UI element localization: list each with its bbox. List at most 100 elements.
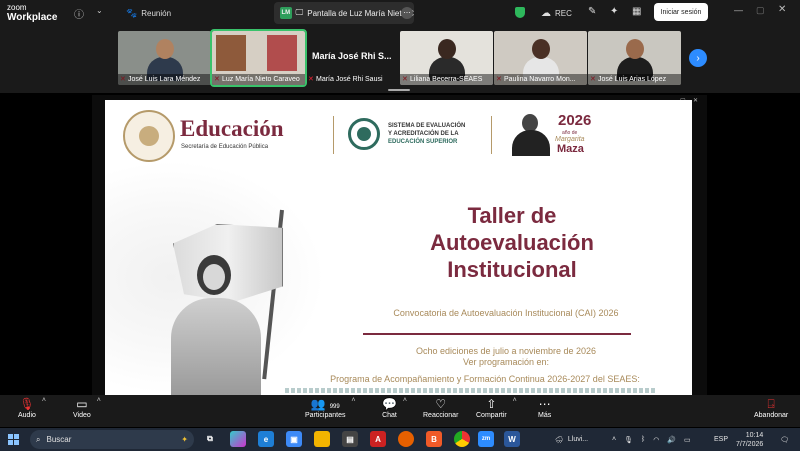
slide-subtitle: Convocatoria de Autoevaluación Instituci… (393, 308, 619, 318)
word-icon[interactable]: W (504, 431, 520, 447)
screen-share-pill[interactable]: LM 🖵 Pantalla de Luz María Nieto C (274, 2, 414, 24)
slide-close-icon[interactable]: ✕ (693, 97, 698, 104)
edge-icon[interactable]: e (258, 431, 274, 447)
close-icon[interactable]: ✕ (778, 4, 786, 15)
recording-status[interactable]: ☁ REC (541, 8, 572, 19)
resize-handle[interactable] (388, 89, 410, 91)
participants-label: Participantes (305, 412, 346, 419)
participant-tile-5[interactable]: ✕ Paulina Navarro Mon... (494, 31, 587, 85)
more-icon: ⋯ (538, 397, 551, 411)
info-icon[interactable]: ⓘ (74, 6, 84, 21)
more-button[interactable]: ⋯ Más (538, 397, 551, 419)
bookshelf-background (267, 35, 297, 71)
participant-display-name: María José Rhi S... (312, 51, 392, 61)
year-2026: 2026 (558, 112, 592, 129)
clock[interactable]: 10:14 7/7/2026 (736, 428, 763, 451)
weather-widget[interactable]: 🌧 Lluvi... (555, 428, 588, 451)
participant-tile-1[interactable]: ✕ José Luis Lara Méndez (118, 31, 211, 85)
participant-tile-3[interactable]: María José Rhi S... ✕ María José Rhi Sau… (306, 31, 399, 85)
slide-title: Taller de Autoevaluación Institucional (367, 202, 657, 283)
paw-icon: 🐾 (126, 8, 138, 18)
weather-text: Lluvi... (567, 436, 589, 443)
more-label: Más (538, 412, 552, 419)
participants-button[interactable]: 👥 999 Participantes ˄ (305, 397, 355, 419)
task-view-icon[interactable]: ⧉ (202, 431, 218, 447)
chat-button[interactable]: 💬 Chat ˄ (382, 397, 407, 419)
leave-button[interactable]: ⍈ Abandonar (754, 397, 788, 419)
clock-time: 10:14 (745, 431, 764, 439)
logo-divider (491, 116, 492, 154)
margarita-text: Margarita (555, 136, 585, 143)
chrome-icon[interactable] (454, 431, 470, 447)
folder-icon[interactable] (314, 431, 330, 447)
meeting-menu[interactable]: 🐾 Reunión (126, 8, 171, 19)
chevron-up-icon[interactable]: ˄ (513, 397, 517, 404)
pdf-icon[interactable]: A (370, 431, 386, 447)
mic-icon[interactable]: 🎙 (624, 436, 633, 444)
app-icon[interactable]: ▤ (342, 431, 358, 447)
volume-icon[interactable]: 🔊 (667, 436, 676, 444)
annotate-icon[interactable]: ✎ (588, 6, 596, 17)
react-button[interactable]: ♡ Reaccionar (423, 397, 458, 419)
sep-subtitle: Secretaría de Educación Pública (181, 144, 269, 150)
firefox-icon[interactable] (398, 431, 414, 447)
chevron-down-icon[interactable]: ⌄ (96, 6, 103, 15)
zoom-taskbar-icon[interactable]: zm (478, 431, 494, 447)
program-link[interactable] (285, 388, 655, 393)
audio-button[interactable]: 🎙 Audio ˄ (18, 397, 46, 419)
title-line-2: Autoevaluación (430, 230, 594, 255)
windows-start-icon[interactable] (8, 434, 19, 445)
notification-icon[interactable]: 🗨 (780, 428, 789, 451)
battery-icon[interactable]: ▭ (684, 436, 691, 444)
video-button[interactable]: ▭ Video ˄ (73, 397, 101, 419)
chevron-up-icon[interactable]: ˄ (97, 397, 101, 404)
copilot-icon[interactable] (230, 431, 246, 447)
educacion-logo: Educación (180, 116, 284, 141)
store-icon[interactable]: ▣ (286, 431, 302, 447)
wifi-icon[interactable]: ◠ (653, 436, 659, 444)
participant-name: María José Rhi Sausi (316, 76, 383, 83)
language-indicator[interactable]: ESP (714, 428, 728, 451)
presentation-slide: Educación Secretaría de Educación Públic… (105, 100, 692, 395)
sparkle-icon[interactable]: ✦ (610, 6, 618, 17)
brave-icon[interactable]: B (426, 431, 442, 447)
editions-text: Ocho ediciones de julio a noviembre de 2… (415, 346, 597, 367)
maximize-icon[interactable]: ▢ (756, 5, 765, 16)
taskbar-search[interactable]: ⌕ Buscar ✦ (30, 430, 194, 449)
audio-label: Audio (18, 412, 36, 419)
participant-tile-6[interactable]: ✕ José Luis Arias López (588, 31, 681, 85)
chevron-up-icon[interactable]: ˄ (612, 436, 616, 443)
search-placeholder: Buscar (46, 435, 72, 444)
rec-label: REC (555, 9, 572, 18)
participant-video (145, 35, 185, 81)
participant-video (615, 35, 655, 81)
search-highlight-icon: ✦ (181, 435, 188, 444)
gallery-next-button[interactable]: › (689, 49, 707, 67)
zoom-logo-workplace: Workplace (7, 12, 58, 23)
chat-icon: 💬 (382, 397, 397, 411)
chevron-up-icon[interactable]: ˄ (42, 397, 46, 404)
title-line-1: Taller de (467, 203, 557, 228)
bookshelf-background (216, 35, 246, 71)
flag-woman-illustration (135, 209, 290, 395)
participant-tile-2[interactable]: ✕ Luz María Nieto Caraveo (210, 29, 307, 87)
more-options-icon[interactable]: ⋯ (401, 7, 413, 19)
shield-icon[interactable] (515, 7, 525, 18)
participant-name: Luz María Nieto Caraveo (212, 74, 305, 85)
monitor-icon: 🖵 (295, 8, 304, 17)
participant-tile-4[interactable]: ✕ Liliana Becerra-SEAES (400, 31, 493, 85)
zoom-logo: zoom Workplace (7, 3, 57, 23)
zoom-top-bar: zoom Workplace ⓘ ⌄ 🐾 Reunión LM 🖵 Pantal… (0, 0, 800, 27)
system-tray[interactable]: ˄ 🎙 ᛒ ◠ 🔊 ▭ (612, 428, 691, 451)
bluetooth-icon[interactable]: ᛒ (641, 436, 645, 443)
share-button[interactable]: ⇧ Compartir ˄ (476, 397, 517, 419)
minimize-icon[interactable]: — (734, 5, 743, 15)
chevron-up-icon[interactable]: ˄ (403, 397, 407, 404)
zoom-logo-text: zoom (7, 3, 27, 12)
seaes-title: SISTEMA DE EVALUACIÓN Y ACREDITACIÓN DE … (388, 123, 466, 145)
grid-icon[interactable]: ▦ (632, 6, 641, 17)
participants-icon: 👥 999 (310, 397, 340, 411)
program-text: Programa de Acompañamiento y Formación C… (330, 374, 640, 384)
chevron-up-icon[interactable]: ˄ (351, 397, 355, 404)
login-button[interactable]: Iniciar sesión (654, 3, 708, 21)
